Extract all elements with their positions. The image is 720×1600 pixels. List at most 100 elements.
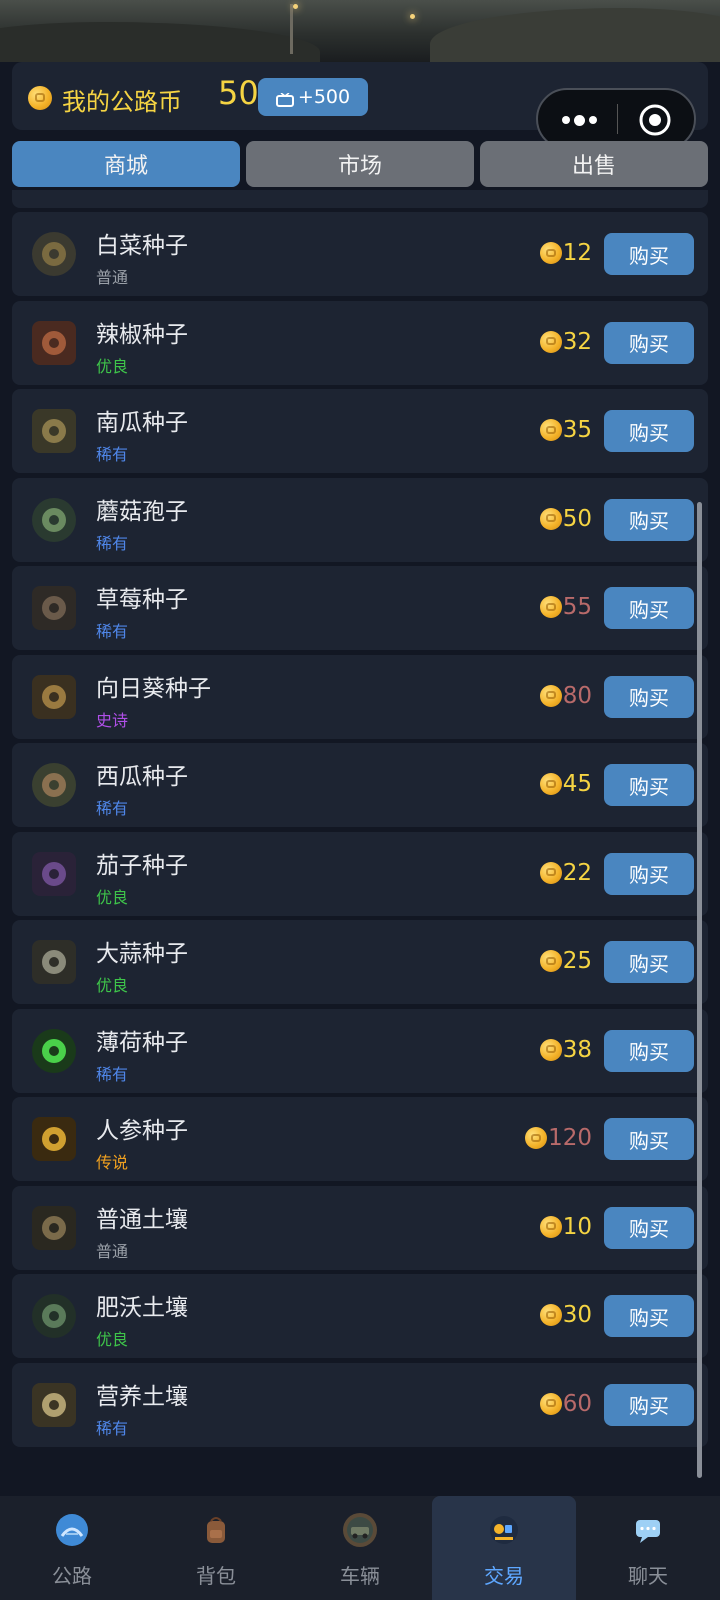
scene-lamp <box>293 4 298 9</box>
coin-icon <box>539 419 562 441</box>
tab-bar: 商城 市场 出售 <box>12 141 708 187</box>
price-value: 38 <box>562 1036 592 1063</box>
item-price: 60 <box>539 1390 592 1417</box>
wallet-amount: 50 <box>218 74 259 112</box>
tab-sell[interactable]: 出售 <box>480 141 708 187</box>
coin-icon <box>539 330 562 353</box>
buy-button[interactable]: 购买 <box>604 764 694 806</box>
price-value: 32 <box>562 328 592 355</box>
coin-icon <box>539 1392 562 1415</box>
buy-button[interactable]: 购买 <box>604 498 694 541</box>
more-menu-icon[interactable] <box>560 112 600 128</box>
item-rarity: 稀有 <box>96 533 129 553</box>
capsule-divider <box>617 104 618 134</box>
tab-shop[interactable]: 商城 <box>12 141 240 187</box>
item-name: 薄荷种子 <box>96 1029 188 1056</box>
item-name: 大蒜种子 <box>96 941 188 967</box>
pumpkin-seed-icon <box>28 405 80 457</box>
item-name: 西瓜种子 <box>96 764 188 790</box>
header-background-scene <box>0 0 720 62</box>
buy-button[interactable]: 购买 <box>604 1029 694 1072</box>
buy-button[interactable]: 购买 <box>604 1295 694 1337</box>
item-name: 白菜种子 <box>96 233 188 259</box>
item-rarity: 传说 <box>96 1153 129 1172</box>
tab-market[interactable]: 市场 <box>246 141 474 187</box>
vehicle-icon <box>343 1513 377 1547</box>
watch-ad-button[interactable]: +500 <box>258 78 368 116</box>
item-price: 35 <box>539 417 592 443</box>
coin-icon <box>539 773 562 795</box>
price-value: 35 <box>562 417 592 443</box>
item-price: 12 <box>539 240 592 266</box>
bottom-nav: 公路 背包 车辆 交易 聊天 <box>0 1496 720 1600</box>
buy-button[interactable]: 购买 <box>604 1118 694 1160</box>
coin-icon <box>539 684 562 707</box>
shop-item-row: 向日葵种子 史诗 80 购买 <box>12 654 708 739</box>
item-name: 普通土壤 <box>96 1206 188 1233</box>
shop-item-row: 人参种子传说 120 购买 <box>12 1097 708 1181</box>
item-name: 蘑菇孢子 <box>96 498 188 525</box>
nav-label: 背包 <box>196 1564 236 1588</box>
coin-icon <box>539 950 562 972</box>
nav-road[interactable]: 公路 <box>0 1496 144 1600</box>
buy-button[interactable]: 购买 <box>604 941 694 983</box>
coin-icon <box>28 86 52 110</box>
buy-button[interactable]: 购买 <box>604 321 694 364</box>
item-rarity: 稀有 <box>96 445 129 464</box>
item-rarity: 优良 <box>96 1330 129 1349</box>
fertile-soil-icon <box>28 1290 80 1342</box>
item-price: 120 <box>525 1125 592 1151</box>
tv-icon <box>275 90 294 107</box>
common-soil-icon <box>28 1202 80 1254</box>
scene-hill <box>0 22 320 62</box>
shop-item-row: 西瓜种子 稀有 45 购买 <box>12 743 708 827</box>
item-price: 30 <box>539 1302 592 1328</box>
coin-icon <box>539 507 562 530</box>
garlic-seed-icon <box>28 936 80 988</box>
buy-button[interactable]: 购买 <box>604 1383 694 1426</box>
buy-button[interactable]: 购买 <box>604 1206 694 1249</box>
buy-button[interactable]: 购买 <box>604 675 694 718</box>
item-name: 人参种子 <box>96 1118 188 1144</box>
shop-item-row: 茄子种子 优良 22 购买 <box>12 831 708 916</box>
cabbage-seed-icon <box>28 228 80 280</box>
item-price: 50 <box>539 505 592 532</box>
price-value: 80 <box>562 682 592 709</box>
item-price: 25 <box>539 948 592 974</box>
shop-item-row: 草莓种子 稀有 55 购买 <box>12 566 708 650</box>
price-value: 120 <box>548 1125 592 1151</box>
coin-icon <box>539 242 562 264</box>
close-target-icon[interactable] <box>637 102 673 138</box>
price-value: 55 <box>562 594 592 620</box>
item-rarity: 普通 <box>96 1241 129 1261</box>
chat-icon <box>636 1520 660 1543</box>
price-value: 60 <box>562 1390 592 1417</box>
wallet-label: 我的公路币 <box>62 88 182 116</box>
item-price: 22 <box>539 860 592 886</box>
backpack-icon <box>207 1517 225 1543</box>
buy-button[interactable]: 购买 <box>604 233 694 275</box>
coin-icon <box>539 1304 562 1326</box>
buy-button[interactable]: 购买 <box>604 852 694 895</box>
buy-button[interactable]: 购买 <box>604 410 694 452</box>
scene-hill <box>430 8 720 62</box>
item-rarity: 稀有 <box>96 1418 129 1438</box>
item-rarity: 优良 <box>96 356 129 376</box>
nav-trade[interactable]: 交易 <box>432 1496 576 1600</box>
shop-item-list[interactable]: 白菜种子 普通 12 购买 辣椒种子 优良 32 购买 南瓜种子 稀有 35 购买 蘑菇孢子 稀有 50 购买… <box>12 190 708 1480</box>
item-name: 肥沃土壤 <box>96 1295 188 1321</box>
scrollbar[interactable] <box>697 502 702 1478</box>
shop-item-row: 普通土壤普通 10 购买 <box>12 1185 708 1270</box>
item-rarity: 优良 <box>96 976 129 995</box>
item-rarity: 稀有 <box>96 1064 129 1084</box>
price-value: 50 <box>562 505 592 532</box>
item-price: 10 <box>539 1214 592 1240</box>
item-name: 向日葵种子 <box>96 675 211 702</box>
buy-button[interactable]: 购买 <box>604 587 694 629</box>
nav-backpack[interactable]: 背包 <box>144 1496 288 1600</box>
coin-icon <box>525 1127 548 1149</box>
nav-vehicle[interactable]: 车辆 <box>288 1496 432 1600</box>
item-rarity: 稀有 <box>96 799 129 818</box>
item-price: 38 <box>539 1036 592 1063</box>
nav-chat[interactable]: 聊天 <box>576 1496 720 1600</box>
